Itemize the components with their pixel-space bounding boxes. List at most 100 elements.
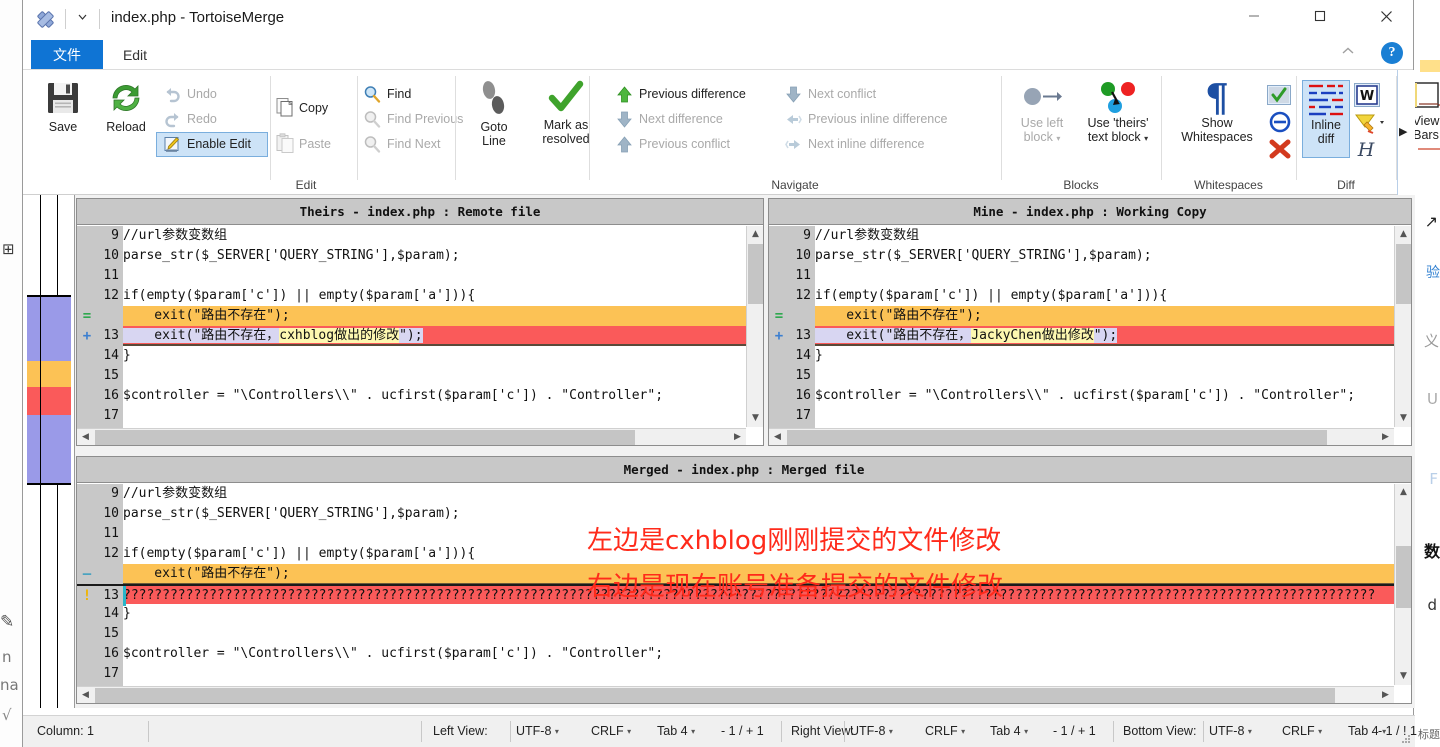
ribbon-overflow-arrow-icon[interactable]: ▶ xyxy=(1399,125,1407,138)
use-theirs-text-block-button[interactable]: Use 'theirs' text block ▾ xyxy=(1075,80,1161,146)
red-x-icon[interactable] xyxy=(1269,138,1291,160)
code-line[interactable]: 14} xyxy=(77,346,763,366)
code-line[interactable]: 11 xyxy=(769,266,1411,286)
merged-pane-body[interactable]: 9//url参数变数组 10 parse_str($_SERVER['QUERY_S… xyxy=(77,484,1411,703)
blue-circle-slash-icon[interactable] xyxy=(1269,111,1291,133)
code-line[interactable]: 10 parse_str($_SERVER['QUERY_STRING'],$pa… xyxy=(77,246,763,266)
code-line[interactable]: 13 + exit("路由不存在，JackyChen做出修改"); xyxy=(769,326,1411,346)
code-line[interactable]: 9//url参数变数组 xyxy=(77,484,1411,504)
merged-vertical-scrollbar[interactable]: ▲ ▼ xyxy=(1394,484,1411,685)
merged-vscroll-thumb[interactable] xyxy=(1396,546,1411,608)
bottom-view-eol[interactable]: CRLF ▾ xyxy=(1282,716,1322,747)
code-line[interactable]: 9//url参数变数组 xyxy=(769,226,1411,246)
code-line[interactable]: 10 parse_str($_SERVER['QUERY_STRING'],$pa… xyxy=(769,246,1411,266)
collapse-ribbon-chevron-up-icon[interactable] xyxy=(1341,46,1355,59)
code-line[interactable]: 11 xyxy=(77,266,763,286)
save-button[interactable]: Save xyxy=(33,78,93,134)
theirs-horizontal-scrollbar[interactable]: ◀ ▶ xyxy=(77,428,746,445)
right-view-encoding[interactable]: UTF-8 ▾ xyxy=(850,716,893,747)
scroll-down-arrow-icon[interactable]: ▼ xyxy=(1395,410,1412,427)
right-view-tab[interactable]: Tab 4 ▾ xyxy=(990,716,1028,747)
tab-file[interactable]: 文件 xyxy=(31,40,103,70)
line-number: 14 xyxy=(77,604,123,624)
green-check-box-icon[interactable] xyxy=(1267,85,1291,105)
scroll-right-arrow-icon[interactable]: ▶ xyxy=(729,429,746,446)
code-line[interactable]: 15 xyxy=(769,366,1411,386)
use-left-block-label-1: Use left xyxy=(1020,116,1064,130)
code-line[interactable]: 17 xyxy=(77,406,763,426)
backdrop-left-strip xyxy=(0,0,22,747)
inline-diff-button[interactable]: Inline diff xyxy=(1302,82,1350,146)
right-view-eol[interactable]: CRLF ▾ xyxy=(925,716,965,747)
scroll-down-arrow-icon[interactable]: ▼ xyxy=(1395,668,1412,685)
minimize-button[interactable] xyxy=(1231,0,1277,32)
quick-access-chevron-down-icon[interactable] xyxy=(73,10,91,28)
left-view-tab[interactable]: Tab 4 ▾ xyxy=(657,716,695,747)
line-number: 17 xyxy=(77,664,123,684)
help-button[interactable]: ? xyxy=(1381,42,1403,64)
code-line[interactable]: 15 xyxy=(77,366,763,386)
scroll-left-arrow-icon[interactable]: ◀ xyxy=(77,429,94,446)
theirs-pane-body[interactable]: 9//url参数变数组 10 parse_str($_SERVER['QUERY_S… xyxy=(77,226,763,445)
mine-pane-body[interactable]: 9//url参数变数组 10 parse_str($_SERVER['QUERY_S… xyxy=(769,226,1411,445)
scroll-left-arrow-icon[interactable]: ◀ xyxy=(769,429,786,446)
code-line[interactable]: 14} xyxy=(77,604,1411,624)
line-number: 11 xyxy=(77,524,123,544)
mine-vscroll-thumb[interactable] xyxy=(1396,244,1411,304)
left-view-encoding[interactable]: UTF-8 ▾ xyxy=(516,716,559,747)
goto-line-button[interactable]: Goto Line xyxy=(463,78,525,148)
bottom-view-encoding[interactable]: UTF-8 ▾ xyxy=(1209,716,1252,747)
w-letter-box-icon[interactable]: W xyxy=(1354,83,1380,107)
mine-horizontal-scrollbar[interactable]: ◀ ▶ xyxy=(769,428,1394,445)
scroll-up-arrow-icon[interactable]: ▲ xyxy=(1395,226,1412,243)
code-line[interactable]: 9//url参数变数组 xyxy=(77,226,763,246)
maximize-button[interactable] xyxy=(1297,0,1343,32)
code-line[interactable]: 17 xyxy=(77,664,1411,684)
theirs-hscroll-thumb[interactable] xyxy=(95,430,635,445)
left-view-eol[interactable]: CRLF ▾ xyxy=(591,716,631,747)
scroll-up-arrow-icon[interactable]: ▲ xyxy=(747,226,764,243)
line-number: 9 xyxy=(769,226,815,246)
tab-edit-label: Edit xyxy=(122,47,148,63)
code-line[interactable]: = exit("路由不存在"); xyxy=(77,306,763,326)
scroll-down-arrow-icon[interactable]: ▼ xyxy=(747,410,764,427)
scroll-right-arrow-icon[interactable]: ▶ xyxy=(1377,429,1394,446)
left-view-label: Left View: xyxy=(433,724,488,738)
mine-vertical-scrollbar[interactable]: ▲ ▼ xyxy=(1394,226,1411,427)
code-line[interactable]: 13 + exit("路由不存在，cxhblog做出的修改"); xyxy=(77,326,763,346)
locator-bar[interactable] xyxy=(23,195,75,708)
copy-button[interactable]: Copy xyxy=(275,96,355,121)
show-whitespaces-button[interactable]: ¶ Show Whitespaces xyxy=(1165,75,1269,144)
use-left-block-line2: block xyxy=(1023,130,1053,144)
code-line[interactable]: = exit("路由不存在"); xyxy=(769,306,1411,326)
enable-edit-button[interactable]: Enable Edit xyxy=(163,132,268,157)
scroll-right-arrow-icon[interactable]: ▶ xyxy=(1377,687,1394,704)
titlebar-divider xyxy=(99,9,100,29)
reload-button[interactable]: Reload xyxy=(93,78,159,134)
theirs-vertical-scrollbar[interactable]: ▲ ▼ xyxy=(746,226,763,427)
merged-horizontal-scrollbar[interactable]: ◀ ▶ xyxy=(77,686,1394,703)
script-h-icon[interactable]: H xyxy=(1354,138,1378,161)
code-line[interactable]: 12 if(empty($param['c']) || empty($param[… xyxy=(77,286,763,306)
previous-difference-label: Previous difference xyxy=(639,87,746,101)
code-line[interactable]: 15 xyxy=(77,624,1411,644)
use-theirs-label-1: Use 'theirs' xyxy=(1087,116,1149,130)
code-line[interactable]: 16 $controller = "\Controllers\\" . ucfir… xyxy=(77,386,763,406)
highlighter-pen-icon[interactable] xyxy=(1354,111,1386,135)
code-line[interactable]: 12 if(empty($param['c']) || empty($param[… xyxy=(769,286,1411,306)
tab-edit[interactable]: Edit xyxy=(103,40,167,70)
code-line[interactable]: 17 xyxy=(769,406,1411,426)
code-line[interactable]: 14} xyxy=(769,346,1411,366)
resize-grip[interactable] xyxy=(1400,733,1412,745)
line-number: 16 xyxy=(769,386,815,406)
merged-hscroll-thumb[interactable] xyxy=(95,688,1335,703)
close-button[interactable] xyxy=(1363,0,1409,32)
code-line[interactable]: 16 $controller = "\Controllers\\" . ucfir… xyxy=(77,644,1411,664)
scroll-left-arrow-icon[interactable]: ◀ xyxy=(77,687,94,704)
scroll-up-arrow-icon[interactable]: ▲ xyxy=(1395,484,1412,501)
mine-hscroll-thumb[interactable] xyxy=(787,430,1327,445)
merged-pane: Merged - index.php : Merged file 9//url参… xyxy=(76,456,1412,704)
theirs-vscroll-thumb[interactable] xyxy=(748,244,763,304)
code-line[interactable]: 16 $controller = "\Controllers\\" . ucfir… xyxy=(769,386,1411,406)
